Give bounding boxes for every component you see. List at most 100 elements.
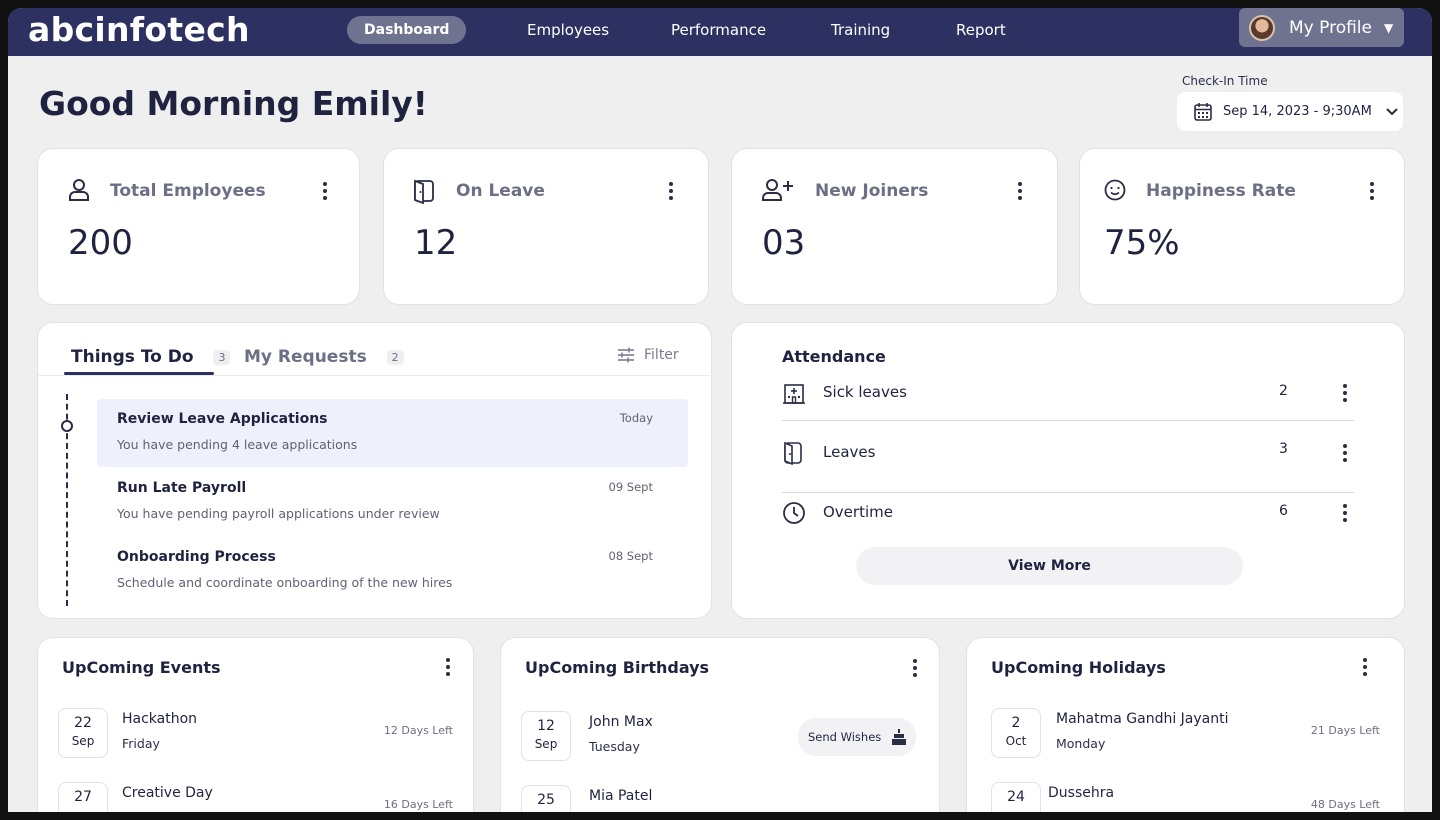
tab-count-badge: 3 — [213, 349, 231, 365]
section-title: UpComing Holidays — [991, 658, 1166, 677]
days-left: 12 Days Left — [383, 724, 453, 737]
stat-card-on-leave: On Leave 12 — [383, 148, 709, 305]
user-plus-icon — [762, 179, 793, 201]
profile-label: My Profile — [1289, 17, 1372, 38]
task-title: Run Late Payroll — [117, 480, 247, 496]
date-day: 22 — [74, 715, 92, 731]
smile-icon — [1104, 179, 1126, 201]
attendance-title: Attendance — [782, 347, 886, 366]
tab-divider — [38, 375, 710, 376]
more-options-icon[interactable] — [1343, 504, 1347, 525]
checkin-label: Check-In Time — [1182, 74, 1268, 88]
attendance-row-overtime[interactable]: Overtime 6 — [782, 489, 1354, 549]
date-day: 2 — [1011, 715, 1021, 731]
more-options-icon[interactable] — [913, 659, 917, 680]
door-icon — [784, 441, 802, 465]
checkin-time-dropdown[interactable]: Sep 14, 2023 - 9;30AM — [1177, 92, 1403, 131]
nav-report[interactable]: Report — [956, 16, 1006, 44]
logo: abcinfotech — [28, 10, 250, 49]
date-month: Oct — [1005, 734, 1027, 748]
event-name: Creative Day — [122, 785, 213, 801]
holiday-name: Dussehra — [1048, 785, 1115, 801]
date-month: Sep — [71, 734, 95, 748]
send-wishes-button[interactable]: Send Wishes — [798, 718, 916, 756]
nav-dashboard[interactable]: Dashboard — [347, 16, 467, 44]
tab-count-badge: 2 — [386, 349, 404, 365]
section-title: UpComing Birthdays — [525, 658, 710, 677]
calendar-icon — [1194, 102, 1212, 121]
sliders-icon — [618, 347, 634, 363]
more-options-icon[interactable] — [1343, 444, 1347, 465]
caret-down-icon: ▼ — [1384, 20, 1394, 35]
stat-card-happiness-rate: Happiness Rate 75% — [1079, 148, 1405, 305]
stat-title: On Leave — [456, 181, 545, 201]
attendance-label: Overtime — [823, 503, 893, 521]
date-badge: 27 — [58, 782, 108, 812]
task-description: Schedule and coordinate onboarding of th… — [117, 575, 453, 590]
task-date: 08 Sept — [608, 549, 653, 563]
attendance-label: Sick leaves — [823, 383, 907, 401]
attendance-card: Attendance Sick leaves 2 Leaves 3 Overti… — [731, 322, 1405, 619]
task-item[interactable]: Review Leave Applications You have pendi… — [97, 399, 688, 467]
stat-card-new-joiners: New Joiners 03 — [731, 148, 1058, 305]
event-name: Hackathon — [122, 711, 198, 727]
clock-icon — [783, 502, 805, 524]
upcoming-holidays-card: UpComing Holidays 2 Oct Mahatma Gandhi J… — [966, 637, 1405, 812]
filter-label: Filter — [644, 347, 679, 363]
stat-value: 200 — [68, 223, 133, 263]
send-wishes-label: Send Wishes — [808, 730, 882, 744]
task-title: Review Leave Applications — [117, 411, 328, 427]
stat-value: 75% — [1104, 223, 1180, 263]
date-day: 27 — [74, 789, 92, 805]
nav-training[interactable]: Training — [831, 16, 890, 44]
attendance-value: 2 — [1279, 383, 1288, 399]
stat-title: New Joiners — [815, 181, 929, 201]
stat-title: Total Employees — [110, 181, 266, 201]
more-options-icon[interactable] — [669, 182, 673, 203]
door-icon — [414, 179, 434, 204]
person-name: John Max — [589, 714, 653, 730]
task-date: 09 Sept — [608, 480, 653, 494]
app-window: abcinfotech Dashboard Employees Performa… — [8, 8, 1432, 812]
attendance-value: 6 — [1279, 503, 1288, 519]
task-item[interactable]: Onboarding Process Schedule and coordina… — [97, 537, 688, 605]
divider — [782, 420, 1354, 421]
cake-icon — [892, 729, 907, 745]
more-options-icon[interactable] — [1370, 182, 1374, 203]
profile-menu-button[interactable]: My Profile ▼ — [1239, 8, 1404, 47]
nav-employees[interactable]: Employees — [527, 16, 609, 44]
attendance-value: 3 — [1279, 441, 1288, 457]
date-day: 12 — [537, 718, 555, 734]
stat-value: 03 — [762, 223, 806, 263]
date-badge: 22 Sep — [58, 708, 108, 758]
attendance-row-leaves[interactable]: Leaves 3 — [782, 429, 1354, 489]
more-options-icon[interactable] — [323, 182, 327, 203]
tab-label: My Requests — [244, 347, 367, 367]
view-more-button[interactable]: View More — [856, 547, 1243, 585]
more-options-icon[interactable] — [1343, 384, 1347, 405]
stat-title: Happiness Rate — [1146, 181, 1296, 201]
upcoming-events-card: UpComing Events 22 Sep Hackathon Friday … — [37, 637, 474, 812]
date-day: 24 — [1007, 789, 1025, 805]
tab-things-to-do[interactable]: Things To Do 3 — [71, 347, 231, 367]
avatar — [1249, 14, 1275, 41]
tab-label: Things To Do — [71, 347, 194, 367]
more-options-icon[interactable] — [1363, 658, 1367, 679]
upcoming-birthdays-card: UpComing Birthdays 12 Sep John Max Tuesd… — [500, 637, 940, 812]
date-badge: 24 — [991, 782, 1041, 812]
birthday-day: Tuesday — [589, 739, 640, 754]
event-day: Friday — [122, 736, 160, 751]
days-left: 21 Days Left — [1310, 724, 1380, 737]
todo-card: Things To Do 3 My Requests 2 Filter Revi… — [37, 322, 712, 619]
more-options-icon[interactable] — [446, 658, 450, 679]
days-left: 16 Days Left — [383, 798, 453, 811]
stat-value: 12 — [414, 223, 458, 263]
more-options-icon[interactable] — [1018, 182, 1022, 203]
nav-performance[interactable]: Performance — [671, 16, 766, 44]
filter-button[interactable]: Filter — [617, 347, 679, 363]
tab-my-requests[interactable]: My Requests 2 — [244, 347, 404, 367]
days-left: 48 Days Left — [1310, 798, 1380, 811]
task-item[interactable]: Run Late Payroll You have pending payrol… — [97, 468, 688, 536]
stat-card-total-employees: Total Employees 200 — [37, 148, 360, 305]
task-title: Onboarding Process — [117, 549, 276, 565]
